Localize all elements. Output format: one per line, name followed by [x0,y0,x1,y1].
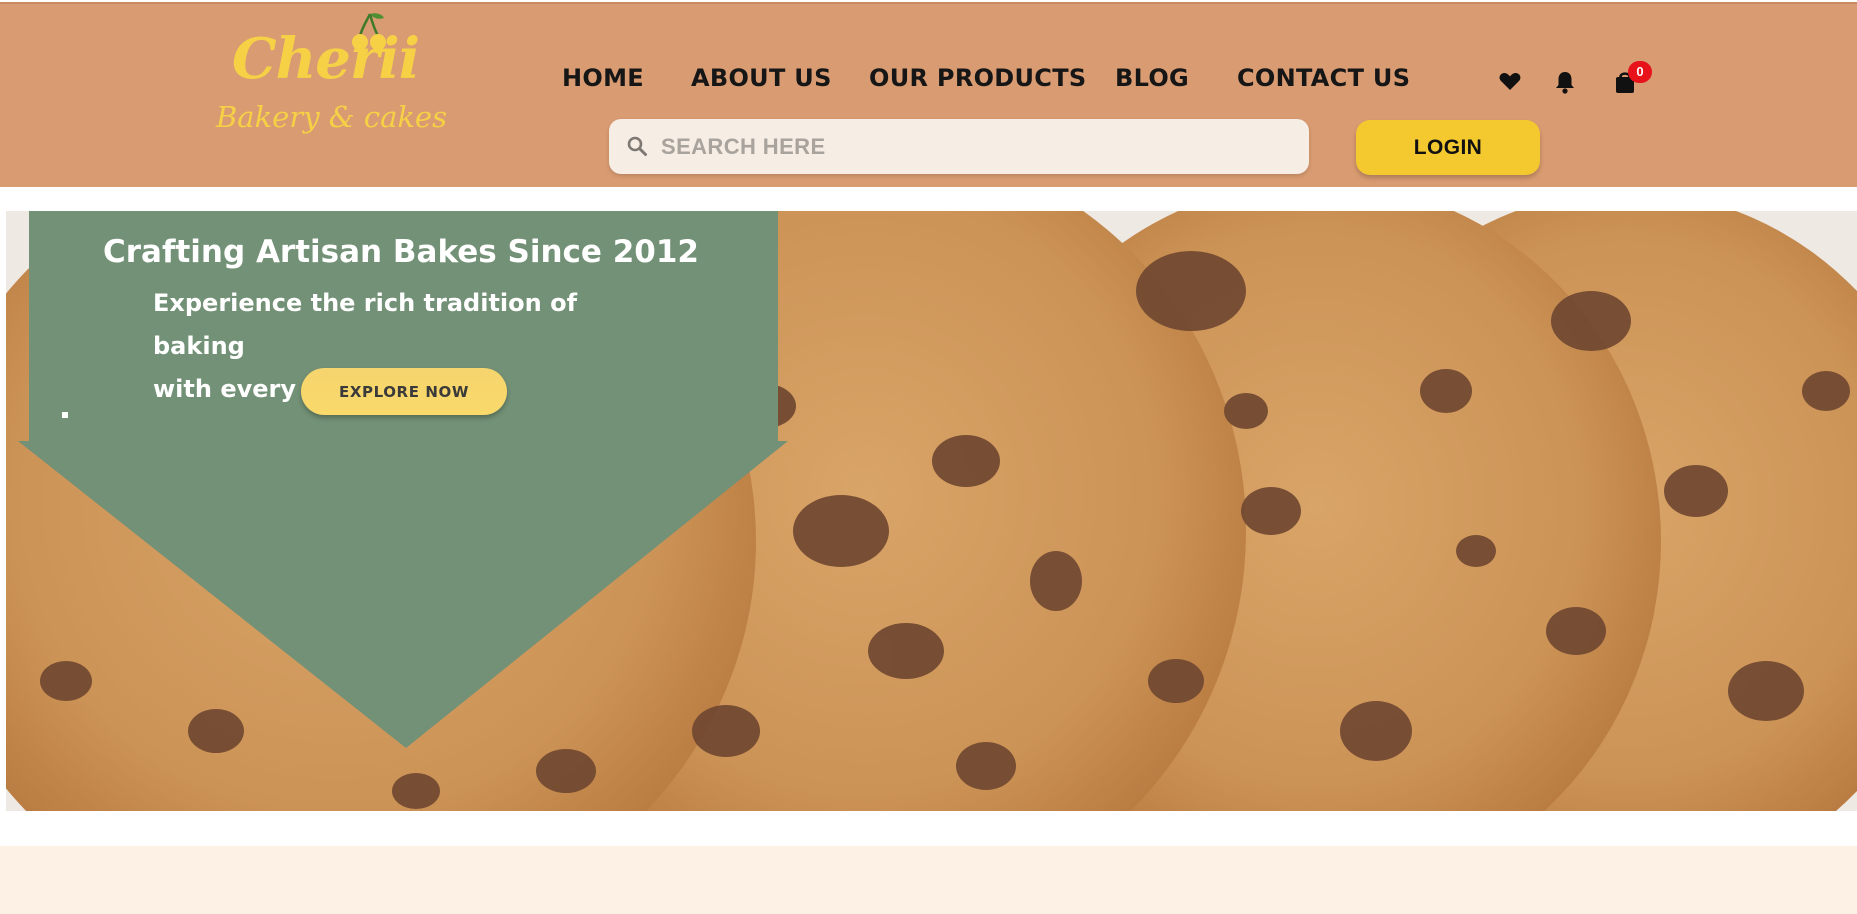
bell-icon[interactable] [1551,68,1579,96]
explore-now-button[interactable]: EXPLORE NOW [301,368,507,415]
nav-about-us[interactable]: ABOUT US [691,64,832,92]
nav-home[interactable]: HOME [562,64,644,92]
site-header: Cherii Bakery & cakes HOME ABOUT US OUR … [0,2,1857,187]
nav-contact-us[interactable]: CONTACT US [1237,64,1410,92]
hero-banner: Crafting Artisan Bakes Since 2012 Experi… [6,211,1857,811]
brand-tagline: Bakery & cakes [216,100,447,134]
hero-subtitle-line-1: Experience the rich tradition of baking [153,289,578,360]
nav-our-products[interactable]: OUR PRODUCTS [869,64,1086,92]
search-input[interactable] [661,119,1291,174]
cart-count-badge: 0 [1628,61,1652,83]
search-bar [609,119,1309,174]
heart-icon[interactable] [1496,68,1524,96]
content-section-band [0,846,1857,914]
login-button[interactable]: LOGIN [1356,120,1540,175]
hero-title: Crafting Artisan Bakes Since 2012 [103,234,699,270]
nav-blog[interactable]: BLOG [1115,64,1189,92]
search-icon[interactable] [626,135,648,157]
slider-dot[interactable] [62,412,68,418]
